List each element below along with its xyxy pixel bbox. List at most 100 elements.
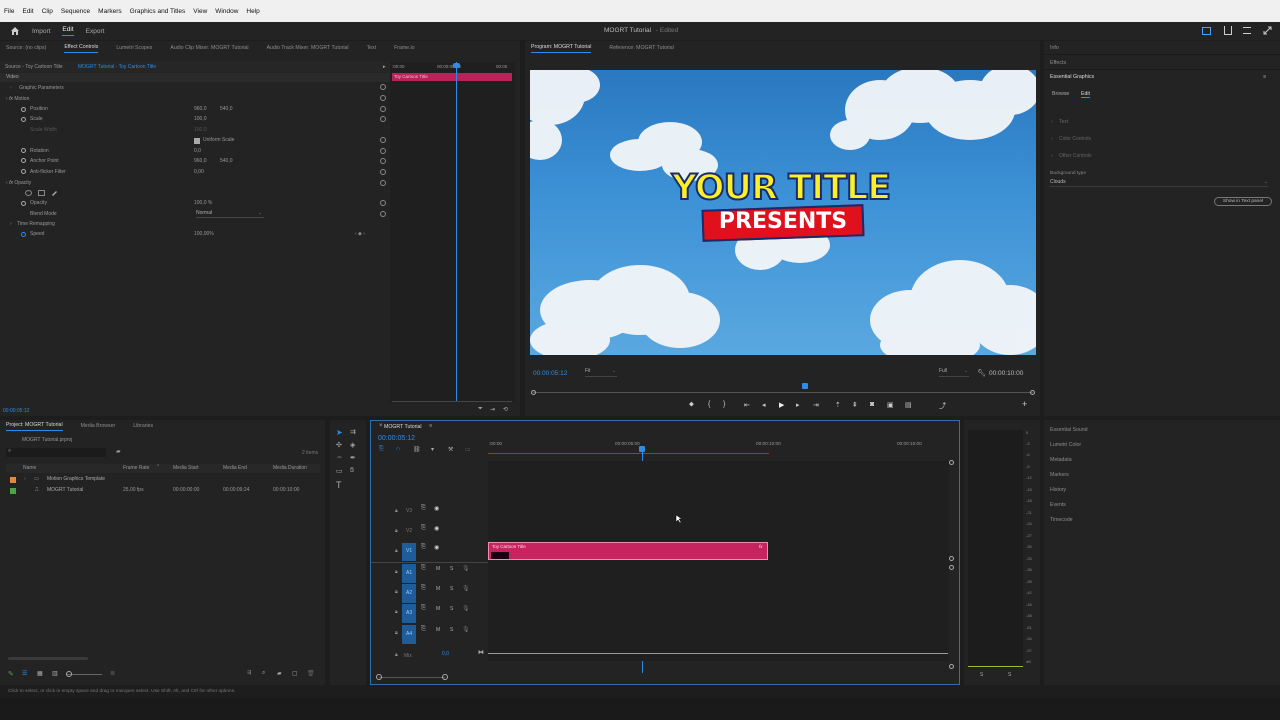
- sync-lock-icon[interactable]: ⎘: [421, 605, 426, 612]
- nest-icon[interactable]: ⎘: [379, 446, 384, 453]
- lock-icon[interactable]: 🔒︎: [395, 548, 398, 554]
- sync-lock-icon[interactable]: ⎘: [421, 505, 426, 512]
- wrench-icon[interactable]: ⚒: [448, 446, 453, 453]
- slip-tool-icon[interactable]: ⇔: [336, 454, 343, 461]
- wrench-icon[interactable]: 🔧︎: [977, 369, 986, 377]
- show-in-text-panel-button[interactable]: Show in Text panel: [1214, 197, 1272, 206]
- mark-out-icon[interactable]: }: [723, 401, 725, 408]
- row-time-remapping[interactable]: › Time Remapping: [10, 221, 55, 231]
- tab-project[interactable]: Project: MOGRT Tutorial: [6, 422, 63, 431]
- menu-icon[interactable]: [1243, 27, 1251, 34]
- pen-tool-icon[interactable]: ✒: [350, 454, 356, 462]
- track-select-tool-icon[interactable]: ⇉: [350, 428, 356, 436]
- captions-icon[interactable]: ▭: [465, 446, 471, 453]
- mix-value[interactable]: 0,0: [442, 651, 449, 657]
- add-button-icon[interactable]: +: [1022, 399, 1027, 409]
- keyframe-nav-icon[interactable]: ‹ ◆ ›: [355, 231, 365, 237]
- section-text[interactable]: Text: [1059, 119, 1068, 125]
- marker-icon[interactable]: ▾: [431, 446, 434, 453]
- effect-clip-bar[interactable]: Toy Cartoon Title: [392, 73, 512, 81]
- sort-ascending-icon[interactable]: ⌃: [156, 464, 160, 470]
- lumetri-color-tab[interactable]: Lumetri Color: [1050, 442, 1081, 448]
- list-item[interactable]: › ▭ Motion Graphics Template: [6, 475, 320, 485]
- rotation-stopwatch-icon[interactable]: [21, 148, 26, 153]
- label-color-swatch[interactable]: [10, 488, 16, 494]
- anchor-x-value[interactable]: 960,0: [194, 158, 207, 168]
- tab-lumetri-scopes[interactable]: Lumetri Scopes: [116, 45, 152, 51]
- anchor-y-value[interactable]: 540,0: [220, 158, 233, 168]
- project-horizontal-scrollbar[interactable]: [8, 657, 88, 660]
- col-frame-rate[interactable]: Frame Rate: [123, 465, 149, 471]
- play-icon[interactable]: ▶: [779, 401, 784, 409]
- automate-icon[interactable]: ⇶: [247, 670, 251, 676]
- list-item[interactable]: ⎍ MOGRT Tutorial 25,00 fps 00:00:00:00 0…: [6, 486, 320, 496]
- section-other-controls[interactable]: Other Controls: [1059, 153, 1092, 159]
- microphone-icon[interactable]: 🎙︎: [462, 565, 470, 572]
- label-color-swatch[interactable]: [10, 477, 16, 483]
- home-icon[interactable]: [10, 26, 20, 36]
- menu-view[interactable]: View: [193, 8, 207, 15]
- linked-selection-icon[interactable]: ⛓: [413, 446, 421, 453]
- snap-icon[interactable]: ∩: [396, 446, 400, 452]
- effect-timeline[interactable]: :00:00 00:00:05:00 00:00 Toy Cartoon Tit…: [390, 62, 515, 402]
- timeline-tab-menu-icon[interactable]: ≡: [429, 423, 432, 429]
- menu-edit[interactable]: Edit: [22, 8, 33, 15]
- reset-icon[interactable]: [380, 106, 386, 112]
- zoom-slider-handle[interactable]: [66, 671, 72, 677]
- camera-icon[interactable]: ◙: [870, 401, 874, 408]
- add-marker-icon[interactable]: ⬥: [689, 401, 694, 409]
- col-media-duration[interactable]: Media Duration: [273, 465, 307, 471]
- sync-lock-icon[interactable]: ⎘: [421, 525, 426, 532]
- new-item-icon[interactable]: ▢: [292, 670, 298, 677]
- menu-window[interactable]: Window: [215, 8, 238, 15]
- timeline-tab[interactable]: MOGRT Tutorial: [384, 424, 422, 430]
- step-forward-icon[interactable]: ▸: [796, 401, 800, 409]
- sync-lock-icon[interactable]: ⎘: [421, 585, 426, 592]
- effect-playhead-handle[interactable]: [453, 63, 460, 68]
- project-search-input[interactable]: ⌕: [6, 448, 106, 457]
- title-line-1[interactable]: YOUR TITLE: [658, 167, 904, 209]
- speed-value[interactable]: 100,00%: [194, 231, 214, 241]
- tab-import[interactable]: Import: [32, 28, 50, 35]
- menu-markers[interactable]: Markers: [98, 8, 121, 15]
- tab-text[interactable]: Text: [367, 45, 377, 51]
- reset-icon[interactable]: [380, 148, 386, 154]
- meter-solo-left[interactable]: S: [980, 672, 983, 678]
- tab-reference[interactable]: Reference: MOGRT Tutorial: [609, 45, 673, 51]
- sync-lock-icon[interactable]: ⎘: [421, 544, 426, 551]
- reset-icon[interactable]: [380, 95, 386, 101]
- selection-tool-icon[interactable]: ➤: [336, 428, 343, 437]
- lock-icon[interactable]: 🔒︎: [395, 589, 398, 595]
- mute-button[interactable]: M: [436, 586, 440, 592]
- lift-icon[interactable]: ⇡: [835, 401, 841, 409]
- export-frame-icon[interactable]: ⇥: [490, 406, 495, 413]
- new-bin-footer-icon[interactable]: ▰: [277, 670, 282, 677]
- meter-solo-right[interactable]: S: [1008, 672, 1011, 678]
- tab-export[interactable]: Export: [86, 28, 105, 35]
- tab-frameio[interactable]: Frame.io: [394, 45, 414, 51]
- rectangle-tool-icon[interactable]: ▭: [336, 467, 343, 475]
- col-media-end[interactable]: Media End: [223, 465, 247, 471]
- sync-lock-icon[interactable]: ⎘: [421, 565, 426, 572]
- type-tool-icon[interactable]: T: [336, 480, 342, 490]
- mix-keyframe-icon[interactable]: ⧓: [478, 649, 484, 656]
- lock-icon[interactable]: 🔒︎: [395, 528, 398, 534]
- menu-sequence[interactable]: Sequence: [61, 8, 90, 15]
- scrubber-end-handle[interactable]: [1030, 390, 1035, 395]
- reset-icon[interactable]: [380, 211, 386, 217]
- loop-icon[interactable]: ⟲: [503, 406, 508, 413]
- timeline-clip[interactable]: Toy Cartoon Title fx: [488, 542, 768, 560]
- quality-select[interactable]: Full ⌄: [939, 368, 969, 377]
- lock-icon[interactable]: 🔒︎: [395, 569, 398, 575]
- vertical-scroll-handle[interactable]: [949, 664, 954, 669]
- solo-button[interactable]: S: [450, 586, 453, 592]
- freeform-view-icon[interactable]: ▥: [52, 670, 58, 677]
- zoom-end-handle[interactable]: [442, 674, 448, 680]
- anchor-stopwatch-icon[interactable]: [21, 158, 26, 163]
- markers-tab[interactable]: Markers: [1050, 472, 1069, 478]
- tab-edit[interactable]: Edit: [62, 26, 74, 36]
- background-type-select[interactable]: Clouds ⌄: [1050, 179, 1268, 187]
- scrubber-start-handle[interactable]: [531, 390, 536, 395]
- microphone-icon[interactable]: 🎙︎: [462, 626, 470, 633]
- reset-icon[interactable]: [380, 84, 386, 90]
